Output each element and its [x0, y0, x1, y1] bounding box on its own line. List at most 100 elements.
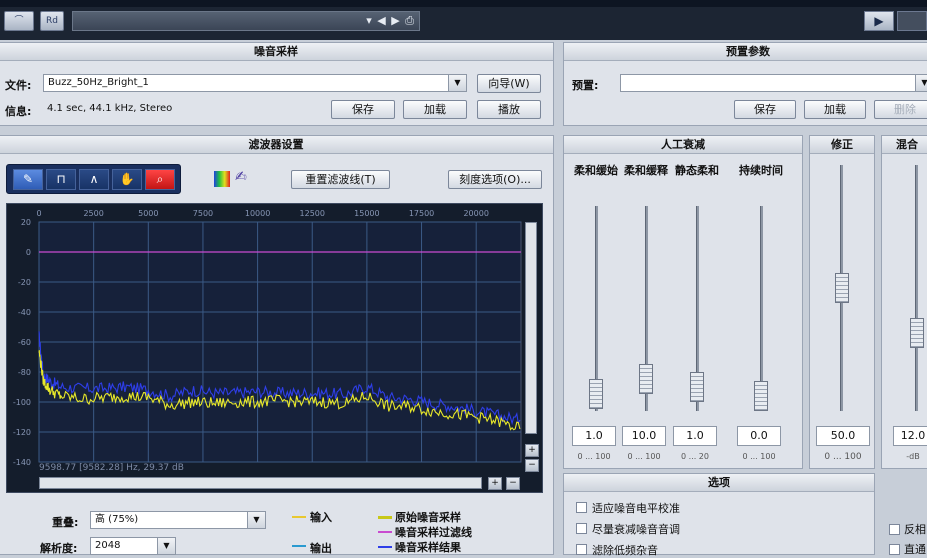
manual-slider-value-0[interactable]: 1.0 — [572, 426, 616, 446]
legend-filter-line — [378, 531, 392, 533]
invert-checkbox[interactable] — [889, 524, 900, 535]
preset-load-button[interactable]: 加载 — [804, 100, 866, 119]
mix-panel: 混合 — [881, 135, 927, 469]
y-tick-label-1: 0 — [26, 248, 31, 257]
track-selector[interactable]: ▾ ◀ ▶ ⎙ — [72, 11, 420, 31]
overlap-dropdown[interactable]: 高 (75%) ▼ — [90, 511, 266, 529]
x-tick-label-7: 17500 — [409, 209, 434, 218]
x-tick-label-1: 2500 — [83, 209, 103, 218]
option-label-0: 适应噪音电平校准 — [592, 502, 680, 515]
zoom-in-horizontal-button[interactable]: + — [488, 477, 502, 490]
y-tick-label-6: -100 — [13, 398, 31, 407]
y-tick-label-7: -120 — [13, 428, 31, 437]
option-checkbox-2[interactable] — [576, 544, 587, 555]
chevron-down-icon[interactable]: ▼ — [247, 512, 265, 528]
horizontal-scrollbar[interactable] — [39, 477, 482, 489]
invert-label: 反相 — [904, 523, 926, 536]
x-tick-label-6: 15000 — [354, 209, 379, 218]
noise-sample-panel: 噪音采样 文件: Buzz_50Hz_Bright_1 ▼ 向导(W) 信息: … — [0, 42, 554, 126]
manual-slider-value-1[interactable]: 10.0 — [622, 426, 666, 446]
manual-attenuation-panel: 人工衰减 — [563, 135, 803, 469]
spectrum-chart[interactable]: 0 2500 5000 7500 10000 12500 15000 17500 20000 20… — [7, 204, 544, 494]
legend-original-line — [378, 516, 392, 519]
preset-save-button[interactable]: 保存 — [734, 100, 796, 119]
mix-slider-thumb[interactable] — [910, 318, 924, 348]
preset-dropdown[interactable]: ▼ — [620, 74, 927, 92]
y-tick-label-2: -20 — [18, 278, 31, 287]
legend-output-line — [292, 545, 306, 547]
preset-label: 预置: — [572, 79, 599, 92]
x-tick-label-8: 20000 — [463, 209, 488, 218]
correction-value[interactable]: 50.0 — [816, 426, 870, 446]
vertical-scrollbar[interactable] — [525, 222, 537, 434]
correction-slider-thumb[interactable] — [835, 273, 849, 303]
rd-button[interactable]: Rd — [40, 11, 64, 31]
pencil-icon[interactable]: ✎ — [13, 169, 43, 190]
manual-attenuation-title: 人工衰减 — [564, 136, 802, 154]
correction-title: 修正 — [810, 136, 874, 154]
info-label: 信息: — [5, 105, 32, 118]
signature-icon[interactable]: ✍ — [235, 169, 247, 185]
x-tick-label-5: 12500 — [300, 209, 325, 218]
legend-result-line — [378, 546, 392, 548]
chevron-down-icon[interactable]: ▼ — [448, 75, 466, 91]
manual-slider-value-2[interactable]: 1.0 — [673, 426, 717, 446]
noise-save-button[interactable]: 保存 — [331, 100, 395, 119]
file-label: 文件: — [5, 79, 32, 92]
resolution-dropdown[interactable]: 2048 ▼ — [90, 537, 176, 555]
filter-settings-title: 滤波器设置 — [0, 136, 553, 154]
peak-icon[interactable]: ∧ — [79, 169, 109, 190]
zoom-icon[interactable]: ⌕ — [145, 169, 175, 190]
manual-slider-range-2: 0 ... 20 — [681, 452, 709, 461]
noise-play-button[interactable]: 播放 — [477, 100, 541, 119]
chevron-down-icon[interactable]: ▼ — [157, 538, 175, 554]
zoom-in-vertical-button[interactable]: + — [525, 444, 539, 457]
cursor-readout: 9598.77 [9582.28] Hz, 29.37 dB — [39, 463, 184, 473]
preset-delete-button[interactable]: 删除 — [874, 100, 927, 119]
resolution-value: 2048 — [95, 540, 121, 551]
manual-slider-label-2: 静态柔和 — [675, 164, 719, 177]
filter-graph[interactable]: 0 2500 5000 7500 10000 12500 15000 17500 20000 20… — [6, 203, 543, 493]
legend-output: 输出 — [310, 542, 332, 555]
play-icon: ▶ — [874, 14, 884, 28]
chevron-down-icon[interactable]: ▼ — [915, 75, 927, 91]
title-strip — [0, 0, 927, 7]
pulse-icon[interactable]: ⊓ — [46, 169, 76, 190]
y-tick-label-4: -60 — [18, 338, 31, 347]
y-tick-label-0: 20 — [21, 218, 31, 227]
info-value: 4.1 sec, 44.1 kHz, Stereo — [47, 103, 173, 114]
manual-slider-range-3: 0 ... 100 — [742, 452, 776, 461]
spectrum-color-icon[interactable] — [214, 171, 230, 187]
preview-play-button[interactable]: ▶ — [864, 11, 894, 31]
passthrough-checkbox[interactable] — [889, 544, 900, 555]
preview-toggle-button[interactable] — [897, 11, 927, 31]
manual-slider-value-3[interactable]: 0.0 — [737, 426, 781, 446]
option-checkbox-1[interactable] — [576, 523, 587, 534]
manual-slider-thumb-3[interactable] — [754, 381, 768, 411]
filter-tool-palette: ✎ ⊓ ∧ ✋ ⌕ — [6, 164, 181, 194]
manual-slider-thumb-1[interactable] — [639, 363, 653, 394]
mix-value[interactable]: 12.0 — [893, 426, 927, 446]
file-dropdown[interactable]: Buzz_50Hz_Bright_1 ▼ — [43, 74, 467, 92]
manual-slider-thumb-2[interactable] — [690, 372, 704, 403]
passthrough-label: 直通 — [904, 543, 926, 556]
track-nav-controls[interactable]: ▾ ◀ ▶ ⎙ — [366, 14, 415, 28]
noise-load-button[interactable]: 加载 — [403, 100, 467, 119]
mix-slider-track[interactable] — [915, 165, 918, 411]
option-checkbox-0[interactable] — [576, 502, 587, 513]
legend-filter: 噪音采样过滤线 — [395, 526, 472, 539]
wizard-button[interactable]: 向导(W) — [477, 74, 541, 93]
y-tick-label-5: -80 — [18, 368, 31, 377]
mix-range: -dB — [906, 452, 920, 461]
manual-slider-thumb-0[interactable] — [589, 379, 603, 410]
hand-icon[interactable]: ✋ — [112, 169, 142, 190]
zoom-out-horizontal-button[interactable]: − — [506, 477, 520, 490]
wave-shape-button[interactable]: ⌒ — [4, 11, 34, 31]
x-tick-label-4: 10000 — [245, 209, 270, 218]
scale-options-button[interactable]: 刻度选项(O)... — [448, 170, 542, 189]
legend-input-line — [292, 516, 306, 518]
reset-filter-button[interactable]: 重置滤波线(T) — [291, 170, 390, 189]
zoom-out-vertical-button[interactable]: − — [525, 459, 539, 472]
x-tick-label-3: 7500 — [193, 209, 213, 218]
overlap-label: 重叠: — [52, 516, 79, 529]
